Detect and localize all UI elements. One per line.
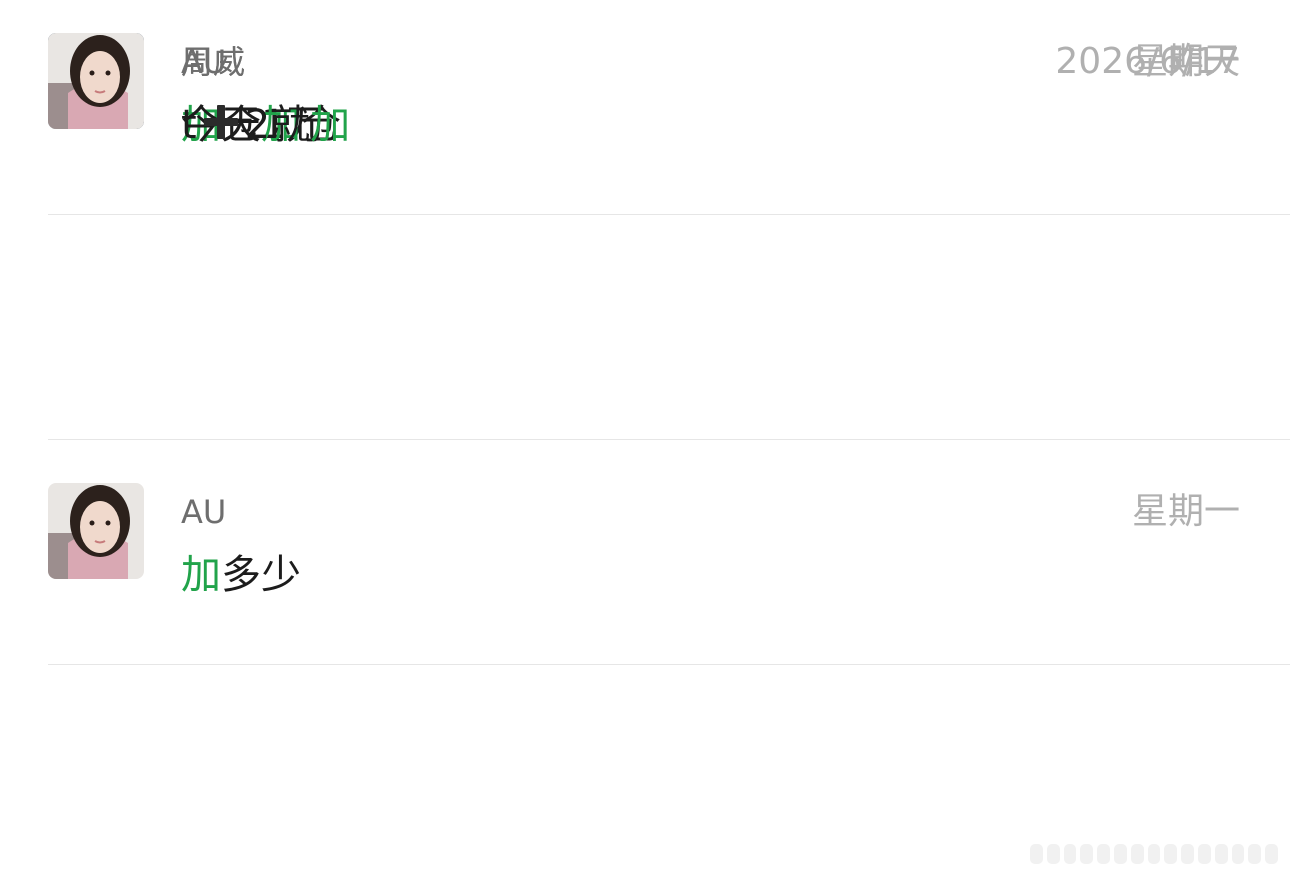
message-text: 2就 — [244, 102, 311, 148]
woman-photo-avatar-icon — [48, 483, 144, 579]
highlight-keyword: 加 — [181, 552, 221, 598]
contact-name: AU — [181, 43, 227, 81]
message-text: t — [181, 102, 197, 148]
home-indicator — [1030, 843, 1278, 865]
avatar[interactable] — [48, 483, 144, 579]
chat-row[interactable]: AU 2026/6/17 t 2就加 — [0, 0, 1290, 224]
chat-row[interactable]: AU 星期一 加多少 — [0, 450, 1290, 674]
woman-photo-avatar-icon — [48, 33, 144, 129]
highlight-keyword: 加 — [310, 102, 351, 148]
message-preview: t 2就加 — [181, 100, 350, 150]
contact-name: AU — [181, 493, 227, 531]
divider — [48, 439, 1290, 440]
divider — [48, 664, 1290, 665]
message-preview: 加多少 — [181, 550, 301, 600]
message-time: 星期一 — [1131, 491, 1240, 532]
message-text: 多少 — [221, 552, 301, 598]
avatar[interactable] — [48, 33, 144, 129]
plus-icon — [203, 105, 238, 139]
message-time: 2026/6/17 — [1055, 41, 1240, 82]
